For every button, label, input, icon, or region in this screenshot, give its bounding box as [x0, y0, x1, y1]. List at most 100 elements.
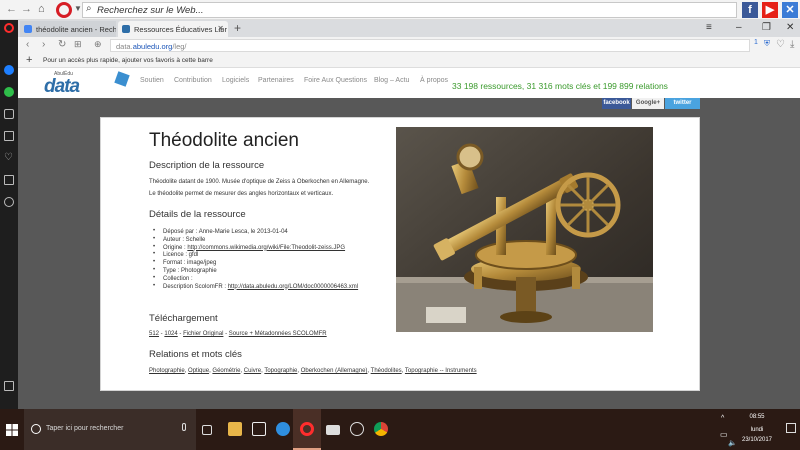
download-original-link[interactable]: Fichier Original [183, 331, 223, 337]
network-icon[interactable]: ▭ [720, 430, 728, 439]
facebook-icon[interactable]: f [742, 2, 758, 18]
app-icon[interactable]: ✕ [782, 2, 798, 18]
nav-partenaires[interactable]: Partenaires [258, 77, 294, 84]
detail-collection: Collection : [149, 275, 358, 284]
scolom-label: Description ScolomFR : [163, 283, 228, 290]
close-window-icon[interactable]: ✕ [786, 22, 794, 33]
detail-licence: Licence : gfdl [149, 251, 358, 260]
keyword-link[interactable]: Optique [188, 368, 209, 374]
address-bar: ‹ › ↻ ⊞ ⊕ data.abuledu.org/leg/ 1 ⛨ ♡ ⤓ [18, 37, 800, 54]
opera-logo-icon[interactable] [56, 2, 72, 18]
tab-strip: théodolite ancien - Rechr Ressources Édu… [18, 20, 800, 37]
forward-icon[interactable]: › [42, 39, 45, 50]
details-list: Déposé par : Anne-Marie Lesca, le 2013-0… [149, 228, 358, 292]
download-icon[interactable]: ⤓ [790, 39, 794, 50]
nav-logiciels[interactable]: Logiciels [222, 77, 249, 84]
clock-date[interactable]: 23/10/2017 [737, 437, 777, 443]
nav-faq[interactable]: Foire Aux Questions [304, 77, 367, 84]
heart-icon[interactable]: ♡ [776, 39, 785, 50]
show-hidden-icons[interactable]: ^ [721, 415, 724, 422]
web-search-input[interactable]: ⌕ Recherchez sur le Web... [82, 2, 737, 18]
download-1024-link[interactable]: 1024 [164, 331, 177, 337]
nav-soutien[interactable]: Soutien [140, 77, 164, 84]
clock-time[interactable]: 08:55 [742, 414, 772, 420]
volume-icon[interactable]: 🔈 [728, 439, 737, 447]
home-icon[interactable]: ⌂ [38, 3, 45, 15]
page-title: Théodolite ancien [149, 130, 299, 151]
url-path: /leg/ [172, 42, 187, 51]
origine-link[interactable]: http://commons.wikimedia.org/wiki/File:T… [187, 245, 345, 251]
messenger-icon[interactable] [4, 65, 14, 75]
google-plus-button[interactable]: Google+ [632, 98, 664, 109]
chevron-down-icon[interactable]: ▼ [74, 4, 82, 13]
url-input[interactable]: data.abuledu.org/leg/ [110, 39, 750, 52]
speed-dial-icon[interactable] [4, 131, 14, 141]
close-icon[interactable]: ✕ [217, 24, 224, 33]
shield-icon[interactable]: ⛨ [764, 39, 770, 49]
forward-arrow-icon[interactable]: → [21, 3, 32, 15]
opera-sidebar: ♡ [0, 37, 18, 409]
chrome-icon[interactable] [374, 422, 388, 436]
mail-icon[interactable] [326, 425, 340, 435]
taskbar-search-input[interactable]: Taper ici pour rechercher [24, 409, 196, 450]
store-icon[interactable] [252, 422, 266, 436]
add-bookmark-icon[interactable]: + [26, 54, 32, 66]
notifications-icon[interactable] [786, 423, 796, 433]
opera-menu-button[interactable] [0, 20, 18, 37]
tab-label: théodolite ancien - Rechr [36, 25, 116, 34]
description-heading: Description de la ressource [149, 160, 265, 171]
keyword-link[interactable]: Topographie -- Instruments [405, 368, 477, 374]
taskbar-search-placeholder: Taper ici pour rechercher [46, 425, 124, 432]
facebook-button[interactable]: facebook [602, 98, 631, 109]
tab-google-search[interactable]: théodolite ancien - Rechr [20, 21, 116, 37]
back-icon[interactable]: ‹ [26, 39, 29, 50]
opera-icon [300, 422, 314, 436]
keyword-link[interactable]: Oberkochen (Allemagne) [301, 368, 368, 374]
new-tab-button[interactable]: + [234, 21, 241, 35]
search-placeholder: Recherchez sur le Web... [97, 5, 204, 16]
speed-dial-icon[interactable]: ⊞ [74, 39, 82, 50]
media-icon[interactable] [350, 422, 364, 436]
download-512-link[interactable]: 512 [149, 331, 159, 337]
tab-ressources[interactable]: Ressources Éducatives Libr ✕ [118, 21, 228, 37]
youtube-icon[interactable]: ▶ [762, 2, 778, 18]
detail-format: Format : image/jpeg [149, 259, 358, 268]
bookmark-hint: Pour un accès plus rapide, ajouter vos f… [43, 57, 213, 64]
opera-taskbar-active[interactable] [293, 409, 321, 450]
keyword-link[interactable]: Théodolites [371, 368, 402, 374]
url-domain: abuledu.org [132, 42, 173, 51]
file-explorer-icon[interactable] [228, 422, 242, 436]
minimize-icon[interactable]: – [736, 22, 742, 33]
globe-icon: ⊕ [94, 39, 102, 49]
history-icon[interactable] [4, 197, 14, 207]
nav-blog[interactable]: Blog – Actu [374, 77, 409, 84]
sidebar-toggle-icon[interactable] [4, 381, 14, 391]
camera-icon[interactable] [4, 109, 14, 119]
keyword-link[interactable]: Photographie [149, 368, 185, 374]
microphone-icon[interactable] [182, 423, 186, 431]
keyword-link[interactable]: Géométrie [212, 368, 240, 374]
twitter-button[interactable]: twitter [665, 98, 700, 109]
theodolite-photo[interactable] [396, 127, 653, 332]
news-icon[interactable] [4, 175, 14, 185]
keyword-link[interactable]: Topographie [264, 368, 297, 374]
site-logo[interactable]: AbulÉdu data [40, 71, 130, 97]
tab-menu-icon[interactable]: ≡ [706, 22, 712, 33]
nav-contribution[interactable]: Contribution [174, 77, 212, 84]
scolom-link[interactable]: http://data.abuledu.org/LOM/doc000000646… [228, 284, 358, 290]
adblock-badge[interactable]: 1 [754, 39, 758, 46]
whatsapp-icon[interactable] [4, 87, 14, 97]
windows-start-icon[interactable] [6, 424, 18, 436]
detail-scolom: Description ScolomFR : http://data.abule… [149, 283, 358, 292]
task-view-icon[interactable] [202, 425, 212, 435]
nav-a-propos[interactable]: À propos [420, 77, 448, 84]
maximize-icon[interactable]: ❐ [762, 22, 771, 33]
clock-day[interactable]: lundi [742, 427, 772, 433]
edge-icon[interactable] [276, 422, 290, 436]
heart-icon[interactable]: ♡ [4, 153, 14, 163]
download-source-link[interactable]: Source + Métadonnées SCOLOMFR [229, 331, 327, 337]
reload-icon[interactable]: ↻ [58, 39, 66, 50]
back-arrow-icon[interactable]: ← [6, 3, 17, 15]
detail-depose: Déposé par : Anne-Marie Lesca, le 2013-0… [149, 228, 358, 237]
keyword-link[interactable]: Cuivre [244, 368, 261, 374]
